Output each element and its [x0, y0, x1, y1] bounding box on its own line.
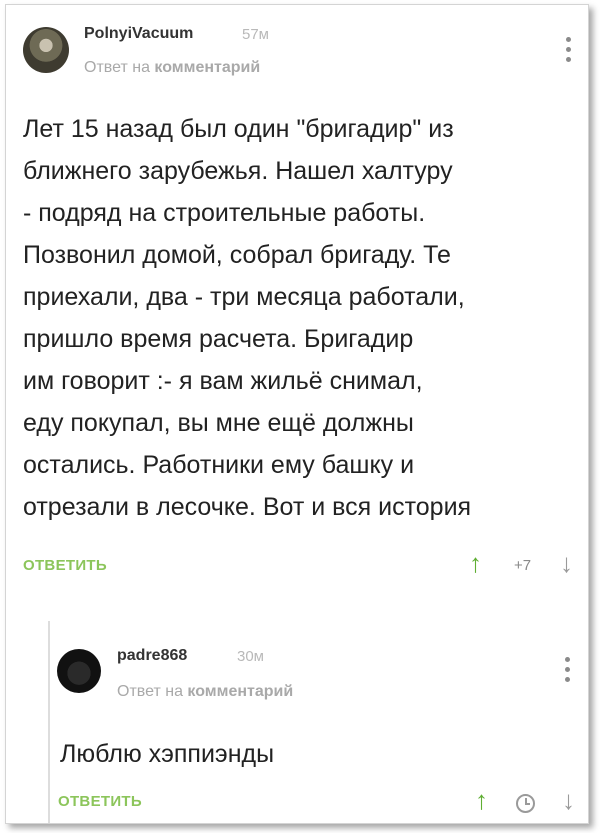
comment-line: - подряд на строительные работы. — [23, 199, 426, 227]
arrow-down-icon[interactable]: ↓ — [560, 550, 573, 576]
reply-to-link[interactable]: Ответ на комментарий — [84, 59, 260, 77]
reply-to-prefix: Ответ на — [117, 683, 183, 700]
comment-body: Лет 15 назад был один "бригадир" из ближ… — [23, 108, 583, 528]
comment-username[interactable]: PolnyiVacuum — [84, 25, 193, 43]
comment-line: Позвонил домой, собрал бригаду. Те — [23, 241, 451, 269]
reply-button[interactable]: ОТВЕТИТЬ — [58, 793, 142, 810]
reply-to-link[interactable]: Ответ на комментарий — [117, 683, 293, 701]
comment: PolnyiVacuum 57м Ответ на комментарий Ле… — [6, 5, 588, 605]
arrow-up-icon[interactable]: ↑ — [469, 550, 482, 576]
comment-line: еду покупал, вы мне ещё должны — [23, 409, 414, 437]
arrow-up-icon[interactable]: ↑ — [475, 787, 488, 813]
comment-line: им говорит :- я вам жильё снимал, — [23, 367, 423, 395]
avatar[interactable] — [23, 27, 69, 73]
comment-line: пришло время расчета. Бригадир — [23, 325, 414, 353]
avatar[interactable] — [57, 649, 101, 693]
comment-line: приехали, два - три месяца работали, — [23, 283, 465, 311]
reply-to-target[interactable]: комментарий — [154, 59, 260, 76]
comment-username[interactable]: padre868 — [117, 647, 187, 665]
clock-icon — [516, 794, 535, 813]
arrow-down-icon[interactable]: ↓ — [562, 787, 575, 813]
comment-line: остались. Работники ему башку и — [23, 451, 415, 479]
nested-comment: padre868 30м Ответ на комментарий Люблю … — [48, 621, 588, 823]
more-options-icon[interactable] — [565, 657, 571, 682]
comment-line: отрезали в лесочке. Вот и вся история — [23, 493, 472, 521]
reply-button[interactable]: ОТВЕТИТЬ — [23, 557, 107, 574]
comment-timestamp: 30м — [237, 648, 264, 665]
reply-to-target[interactable]: комментарий — [187, 683, 293, 700]
comments-panel: PolnyiVacuum 57м Ответ на комментарий Ле… — [5, 4, 589, 824]
comment-line: Лет 15 назад был один "бригадир" из — [23, 115, 454, 143]
comment-line: Люблю хэппиэнды — [60, 740, 275, 768]
comment-score: +7 — [514, 557, 532, 574]
reply-to-prefix: Ответ на — [84, 59, 150, 76]
comment-line: ближнего зарубежья. Нашел халтуру — [23, 157, 453, 185]
comment-timestamp: 57м — [242, 26, 269, 43]
comment-body: Люблю хэппиэнды — [60, 733, 560, 775]
more-options-icon[interactable] — [566, 37, 572, 62]
